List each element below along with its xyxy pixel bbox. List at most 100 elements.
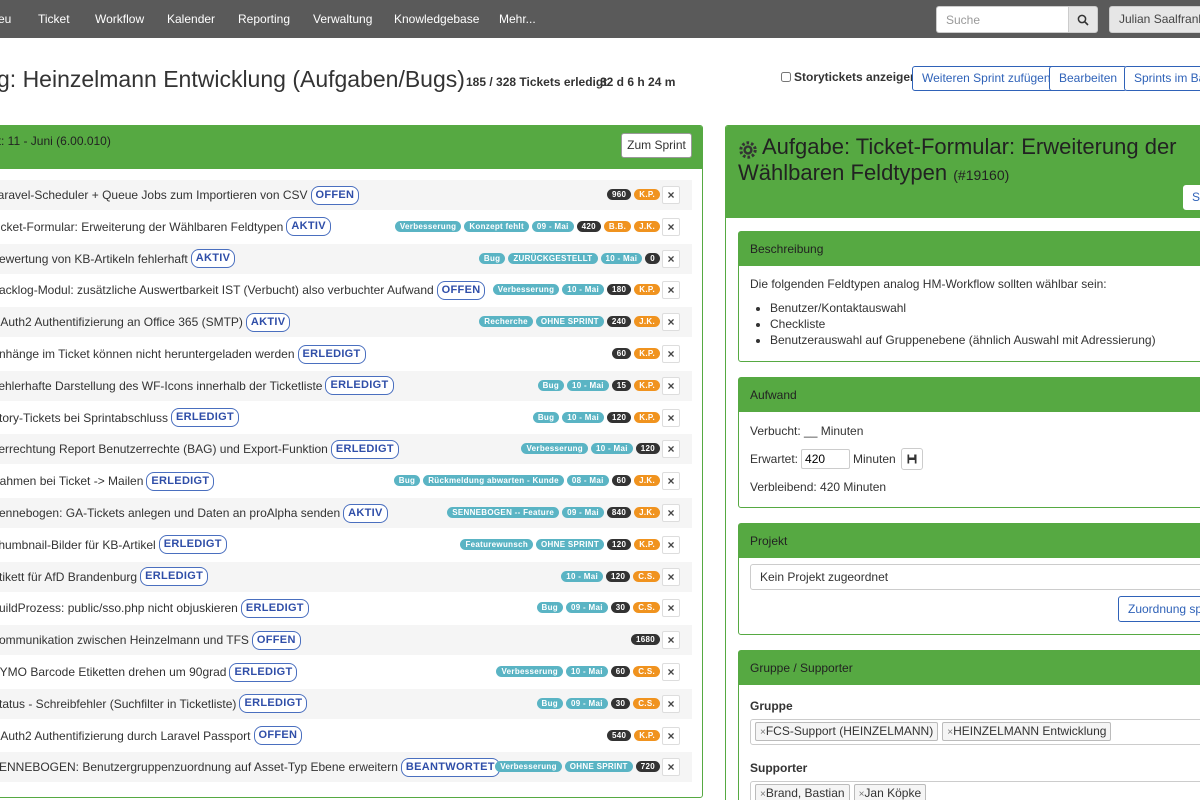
ticket-title[interactable]: OAuth2 Authentifizierung an Office 365 (… bbox=[0, 307, 291, 337]
ticket-row[interactable]: SENNEBOGEN: Benutzergruppenzuordnung auf… bbox=[0, 752, 692, 783]
remove-ticket-button[interactable]: × bbox=[662, 217, 680, 236]
ticket-row[interactable]: Thumbnail-Bilder für KB-Artikel ERLEDIGT F… bbox=[0, 530, 692, 560]
ticket-title-text[interactable]: Rahmen bei Ticket -> Mailen bbox=[0, 474, 143, 488]
ticket-row[interactable]: Backlog-Modul: zusätzliche Auswertbarkei… bbox=[0, 275, 692, 305]
remove-ticket-button[interactable]: × bbox=[662, 758, 680, 777]
ticket-title-text[interactable]: Backlog-Modul: zusätzliche Auswertbarkei… bbox=[0, 283, 434, 297]
remove-ticket-button[interactable]: × bbox=[662, 663, 680, 681]
remove-ticket-button[interactable]: × bbox=[662, 599, 680, 618]
ticket-title-text[interactable]: Verrechtung Report Benutzerrechte (BAG) … bbox=[0, 442, 328, 456]
ticket-row[interactable]: Laravel-Scheduler + Queue Jobs zum Impor… bbox=[0, 180, 692, 210]
remove-ticket-button[interactable]: × bbox=[662, 535, 680, 554]
ticket-title-text[interactable]: Kommunikation zwischen Heinzelmann und T… bbox=[0, 633, 249, 647]
ticket-title-text[interactable]: BuildProzess: public/sso.php nicht objus… bbox=[0, 601, 238, 615]
search-button[interactable] bbox=[1068, 6, 1098, 33]
nav-item-verwaltung[interactable]: Verwaltung bbox=[313, 0, 372, 38]
gruppe-tag[interactable]: ×FCS-Support (HEINZELMANN) bbox=[755, 722, 939, 741]
ticket-title[interactable]: Verrechtung Report Benutzerrechte (BAG) … bbox=[0, 434, 399, 464]
ticket-row[interactable]: Verrechtung Report Benutzerrechte (BAG) … bbox=[0, 434, 692, 465]
sprints-backlog-button[interactable]: Sprints im Backlog bbox=[1124, 66, 1200, 91]
remove-ticket-button[interactable]: × bbox=[662, 726, 680, 745]
ticket-row[interactable]: Anhänge im Ticket können nicht herunterg… bbox=[0, 339, 692, 369]
ticket-row[interactable]: Story-Tickets bei Sprintabschluss ERLEDIG… bbox=[0, 403, 692, 433]
zuordnung-speichern-button[interactable]: Zuordnung speichern bbox=[1118, 596, 1200, 622]
ticket-title[interactable]: Kommunikation zwischen Heinzelmann und T… bbox=[0, 625, 301, 655]
erwartet-input[interactable] bbox=[801, 449, 851, 469]
ticket-row[interactable]: BuildProzess: public/sso.php nicht objus… bbox=[0, 593, 692, 623]
ticket-title[interactable]: Ticket-Formular: Erweiterung der Wählbar… bbox=[0, 212, 331, 242]
ticket-title[interactable]: Fehlerhafte Darstellung des WF-Icons inn… bbox=[0, 371, 394, 401]
ticket-row[interactable]: DYMO Barcode Etiketten drehen um 90grad E… bbox=[0, 657, 692, 687]
ticket-title-text[interactable]: Etikett für AfD Brandenburg bbox=[0, 570, 137, 584]
remove-ticket-button[interactable]: × bbox=[662, 472, 680, 491]
ticket-title[interactable]: Status - Schreibfehler (Suchfilter in Ti… bbox=[0, 689, 308, 719]
ticket-title[interactable]: Anhänge im Ticket können nicht herunterg… bbox=[0, 339, 366, 369]
ticket-title-text[interactable]: Bewertung von KB-Artikeln fehlerhaft bbox=[0, 252, 188, 266]
ticket-row[interactable]: OAuth2 Authentifizierung an Office 365 (… bbox=[0, 307, 692, 338]
story-tickets-toggle[interactable]: Storytickets anzeigen bbox=[781, 70, 917, 84]
story-tickets-checkbox[interactable] bbox=[781, 72, 791, 82]
ticket-title-text[interactable]: Laravel-Scheduler + Queue Jobs zum Impor… bbox=[0, 188, 308, 202]
supporter-select[interactable]: ×Brand, Bastian ×Jan Köpke bbox=[750, 781, 1200, 800]
ticket-title[interactable]: SENNEBOGEN: Benutzergruppenzuordnung auf… bbox=[0, 752, 500, 782]
ticket-title[interactable]: BuildProzess: public/sso.php nicht objus… bbox=[0, 593, 309, 623]
remove-ticket-button[interactable]: × bbox=[662, 694, 680, 713]
nav-item-mehr[interactable]: Mehr... bbox=[499, 0, 536, 38]
edit-button[interactable]: Bearbeiten bbox=[1049, 66, 1128, 91]
ticket-title[interactable]: Story-Tickets bei Sprintabschluss ERLEDIG… bbox=[0, 403, 239, 433]
ticket-title-text[interactable]: DYMO Barcode Etiketten drehen um 90grad bbox=[0, 665, 226, 679]
add-sprint-button[interactable]: Weiteren Sprint zufügen bbox=[912, 66, 1061, 91]
ticket-title[interactable]: OAuth2 Authentifizierung durch Laravel P… bbox=[0, 721, 303, 751]
ticket-title[interactable]: Rahmen bei Ticket -> Mailen ERLEDIGT bbox=[0, 466, 215, 496]
ticket-row[interactable]: Sennebogen: GA-Tickets anlegen und Daten… bbox=[0, 498, 692, 528]
ticket-title-text[interactable]: Thumbnail-Bilder für KB-Artikel bbox=[0, 538, 156, 552]
nav-item-workflow[interactable]: Workflow bbox=[95, 0, 144, 38]
ticket-title-text[interactable]: Story-Tickets bei Sprintabschluss bbox=[0, 411, 168, 425]
ticket-row[interactable]: Fehlerhafte Darstellung des WF-Icons inn… bbox=[0, 370, 692, 401]
ticket-row[interactable]: Bewertung von KB-Artikeln fehlerhaft AKTI… bbox=[0, 243, 692, 274]
ticket-title-text[interactable]: OAuth2 Authentifizierung an Office 365 (… bbox=[0, 315, 243, 329]
supporter-tag[interactable]: ×Brand, Bastian bbox=[755, 784, 850, 800]
search-input[interactable] bbox=[936, 6, 1068, 33]
ticket-title[interactable]: Backlog-Modul: zusätzliche Auswertbarkei… bbox=[0, 275, 486, 305]
ticket-title[interactable]: Laravel-Scheduler + Queue Jobs zum Impor… bbox=[0, 180, 360, 210]
ticket-title-text[interactable]: Status - Schreibfehler (Suchfilter in Ti… bbox=[0, 697, 236, 711]
save-aufwand-button[interactable] bbox=[900, 448, 923, 470]
ticket-row[interactable]: Ticket-Formular: Erweiterung der Wählbar… bbox=[0, 212, 692, 242]
ticket-title[interactable]: DYMO Barcode Etiketten drehen um 90grad E… bbox=[0, 657, 298, 687]
gruppe-tag[interactable]: ×HEINZELMANN Entwicklung bbox=[942, 722, 1112, 741]
nav-item-knowledgebase[interactable]: Knowledgebase bbox=[394, 0, 479, 38]
remove-ticket-button[interactable]: × bbox=[662, 249, 680, 268]
zum-sprint-button[interactable]: Zum Sprint bbox=[621, 133, 692, 158]
user-menu-button[interactable]: Julian Saalfrank bbox=[1109, 6, 1200, 33]
ticket-title-text[interactable]: OAuth2 Authentifizierung durch Laravel P… bbox=[0, 729, 251, 743]
nav-item-menu[interactable]: eu bbox=[0, 0, 11, 38]
ticket-title-text[interactable]: Ticket-Formular: Erweiterung der Wählbar… bbox=[0, 220, 283, 234]
ticket-title[interactable]: Sennebogen: GA-Tickets anlegen und Daten… bbox=[0, 498, 388, 528]
remove-ticket-button[interactable]: × bbox=[662, 408, 680, 427]
supporter-tag[interactable]: ×Jan Köpke bbox=[853, 784, 927, 800]
ticket-title[interactable]: Bewertung von KB-Artikeln fehlerhaft AKTI… bbox=[0, 244, 236, 274]
ticket-row[interactable]: Kommunikation zwischen Heinzelmann und T… bbox=[0, 625, 692, 656]
nav-item-kalender[interactable]: Kalender bbox=[167, 0, 215, 38]
remove-ticket-button[interactable]: × bbox=[662, 440, 680, 459]
remove-ticket-button[interactable]: × bbox=[662, 313, 680, 332]
ticket-row[interactable]: Etikett für AfD Brandenburg ERLEDIGT 10 - … bbox=[0, 561, 692, 592]
nav-item-ticket[interactable]: Ticket bbox=[38, 0, 70, 38]
ticket-row[interactable]: Rahmen bei Ticket -> Mailen ERLEDIGT Bug Rü… bbox=[0, 466, 692, 496]
ticket-header-button[interactable]: S bbox=[1183, 185, 1200, 210]
ticket-title-text[interactable]: Fehlerhafte Darstellung des WF-Icons inn… bbox=[0, 379, 322, 393]
remove-ticket-button[interactable]: × bbox=[662, 345, 680, 363]
ticket-title[interactable]: Etikett für AfD Brandenburg ERLEDIGT bbox=[0, 562, 209, 592]
nav-item-reporting[interactable]: Reporting bbox=[238, 0, 290, 38]
ticket-row[interactable]: Status - Schreibfehler (Suchfilter in Ti… bbox=[0, 688, 692, 719]
ticket-row[interactable]: OAuth2 Authentifizierung durch Laravel P… bbox=[0, 721, 692, 751]
remove-ticket-button[interactable]: × bbox=[662, 567, 680, 586]
gruppe-select[interactable]: ×FCS-Support (HEINZELMANN) ×HEINZELMANN … bbox=[750, 719, 1200, 745]
remove-ticket-button[interactable]: × bbox=[662, 631, 680, 650]
remove-ticket-button[interactable]: × bbox=[662, 376, 680, 395]
ticket-title-text[interactable]: SENNEBOGEN: Benutzergruppenzuordnung auf… bbox=[0, 760, 398, 774]
remove-ticket-button[interactable]: × bbox=[662, 186, 680, 204]
remove-ticket-button[interactable]: × bbox=[662, 281, 680, 300]
remove-ticket-button[interactable]: × bbox=[662, 504, 680, 522]
